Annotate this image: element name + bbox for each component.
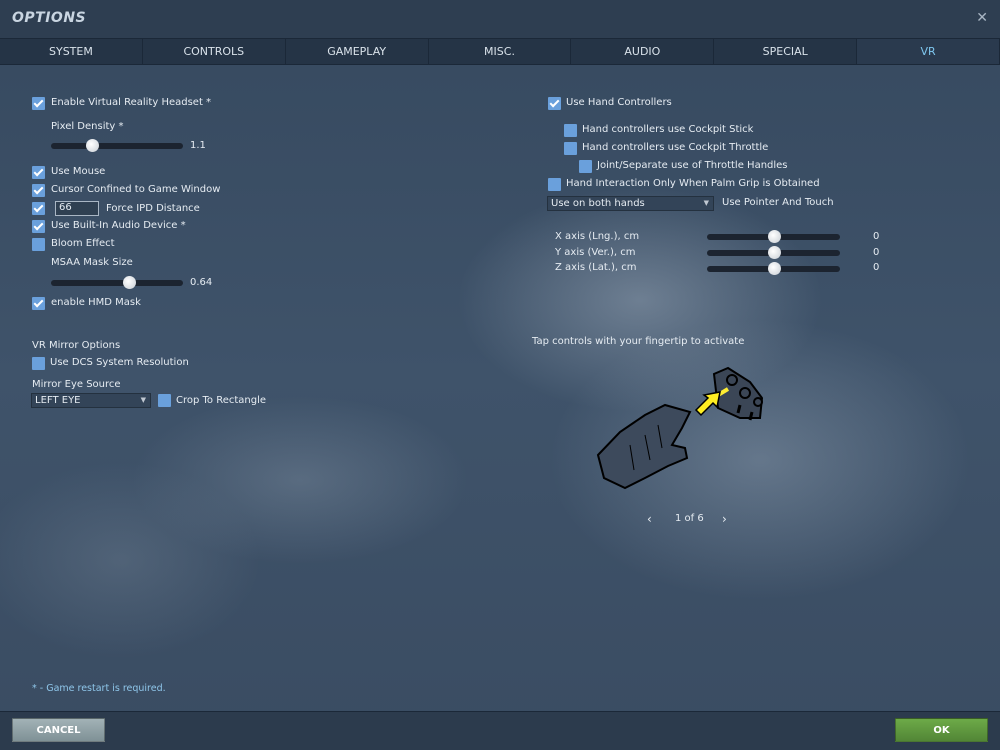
glove-touch-illustration bbox=[596, 366, 764, 490]
msaa-mask-value: 0.64 bbox=[190, 277, 213, 288]
window-title: OPTIONS bbox=[12, 10, 87, 26]
x-axis-value: 0 bbox=[873, 231, 880, 242]
tab-system[interactable]: SYSTEM bbox=[0, 39, 143, 64]
crop-label: Crop To Rectangle bbox=[176, 395, 267, 406]
pixel-density-slider[interactable] bbox=[51, 139, 183, 152]
enable-vr-checkbox[interactable] bbox=[32, 97, 45, 110]
use-mouse-checkbox[interactable] bbox=[32, 166, 45, 179]
ok-button[interactable]: OK bbox=[895, 718, 988, 742]
tab-vr[interactable]: VR bbox=[857, 39, 1000, 64]
hint-text: Tap controls with your fingertip to acti… bbox=[532, 336, 745, 347]
bloom-label: Bloom Effect bbox=[51, 238, 115, 249]
force-ipd-label: Force IPD Distance bbox=[106, 203, 200, 214]
z-axis-label: Z axis (Lat.), cm bbox=[555, 262, 637, 273]
chevron-right-icon[interactable]: › bbox=[722, 512, 727, 526]
x-axis-label: X axis (Lng.), cm bbox=[555, 231, 640, 242]
hands-value: Use on both hands bbox=[551, 198, 645, 209]
tab-special[interactable]: SPECIAL bbox=[714, 39, 858, 64]
cursor-confined-checkbox[interactable] bbox=[32, 184, 45, 197]
mirror-eye-value: LEFT EYE bbox=[35, 395, 81, 406]
palm-grip-checkbox[interactable] bbox=[548, 178, 561, 191]
pointer-label: Use Pointer And Touch bbox=[722, 197, 834, 208]
z-axis-value: 0 bbox=[873, 262, 880, 273]
close-icon[interactable]: ✕ bbox=[976, 10, 988, 26]
hmd-mask-label: enable HMD Mask bbox=[51, 297, 141, 308]
throttle-handles-label: Joint/Separate use of Throttle Handles bbox=[597, 160, 788, 171]
slider-handle[interactable] bbox=[767, 230, 781, 243]
tab-bar: SYSTEM CONTROLS GAMEPLAY MISC. AUDIO SPE… bbox=[0, 38, 1000, 65]
builtin-audio-label: Use Built-In Audio Device * bbox=[51, 220, 186, 231]
hmd-mask-checkbox[interactable] bbox=[32, 297, 45, 310]
pager-text: 1 of 6 bbox=[675, 513, 704, 524]
footer-bar bbox=[0, 711, 1000, 750]
msaa-mask-label: MSAA Mask Size bbox=[51, 257, 133, 268]
y-axis-label: Y axis (Ver.), cm bbox=[555, 247, 636, 258]
tab-controls[interactable]: CONTROLS bbox=[143, 39, 286, 64]
cockpit-stick-checkbox[interactable] bbox=[564, 124, 577, 137]
cockpit-throttle-checkbox[interactable] bbox=[564, 142, 577, 155]
chevron-down-icon: ▼ bbox=[140, 396, 146, 404]
tab-gameplay[interactable]: GAMEPLAY bbox=[286, 39, 429, 64]
builtin-audio-checkbox[interactable] bbox=[32, 220, 45, 233]
chevron-left-icon[interactable]: ‹ bbox=[647, 512, 652, 526]
bloom-checkbox[interactable] bbox=[32, 238, 45, 251]
tab-misc[interactable]: MISC. bbox=[429, 39, 572, 64]
dcs-resolution-checkbox[interactable] bbox=[32, 357, 45, 370]
pixel-density-value: 1.1 bbox=[190, 140, 206, 151]
crop-checkbox[interactable] bbox=[158, 394, 171, 407]
mirror-eye-dropdown[interactable]: LEFT EYE ▼ bbox=[31, 393, 151, 408]
slider-handle[interactable] bbox=[122, 276, 136, 289]
chevron-down-icon: ▼ bbox=[703, 199, 709, 207]
msaa-mask-slider[interactable] bbox=[51, 276, 183, 289]
y-axis-slider[interactable] bbox=[707, 246, 840, 259]
slider-handle[interactable] bbox=[85, 139, 99, 152]
cockpit-throttle-label: Hand controllers use Cockpit Throttle bbox=[582, 142, 769, 153]
cancel-button[interactable]: CANCEL bbox=[12, 718, 105, 742]
use-mouse-label: Use Mouse bbox=[51, 166, 106, 177]
pixel-density-label: Pixel Density * bbox=[51, 121, 124, 132]
throttle-handles-checkbox[interactable] bbox=[579, 160, 592, 173]
restart-note: * - Game restart is required. bbox=[32, 683, 166, 694]
slider-handle[interactable] bbox=[767, 262, 781, 275]
dcs-resolution-label: Use DCS System Resolution bbox=[50, 357, 189, 368]
slider-handle[interactable] bbox=[767, 246, 781, 259]
ipd-input[interactable]: 66 bbox=[55, 201, 99, 216]
enable-vr-label: Enable Virtual Reality Headset * bbox=[51, 97, 212, 108]
y-axis-value: 0 bbox=[873, 247, 880, 258]
force-ipd-checkbox[interactable] bbox=[32, 202, 45, 215]
x-axis-slider[interactable] bbox=[707, 230, 840, 243]
hand-controllers-label: Use Hand Controllers bbox=[566, 97, 672, 108]
mirror-eye-label: Mirror Eye Source bbox=[32, 379, 121, 390]
z-axis-slider[interactable] bbox=[707, 262, 840, 275]
tab-audio[interactable]: AUDIO bbox=[571, 39, 715, 64]
palm-grip-label: Hand Interaction Only When Palm Grip is … bbox=[566, 178, 820, 189]
cockpit-stick-label: Hand controllers use Cockpit Stick bbox=[582, 124, 754, 135]
hands-dropdown[interactable]: Use on both hands ▼ bbox=[547, 196, 714, 211]
title-bar bbox=[0, 0, 1000, 38]
cursor-confined-label: Cursor Confined to Game Window bbox=[51, 184, 221, 195]
mirror-options-heading: VR Mirror Options bbox=[32, 340, 121, 351]
hand-controllers-checkbox[interactable] bbox=[548, 97, 561, 110]
